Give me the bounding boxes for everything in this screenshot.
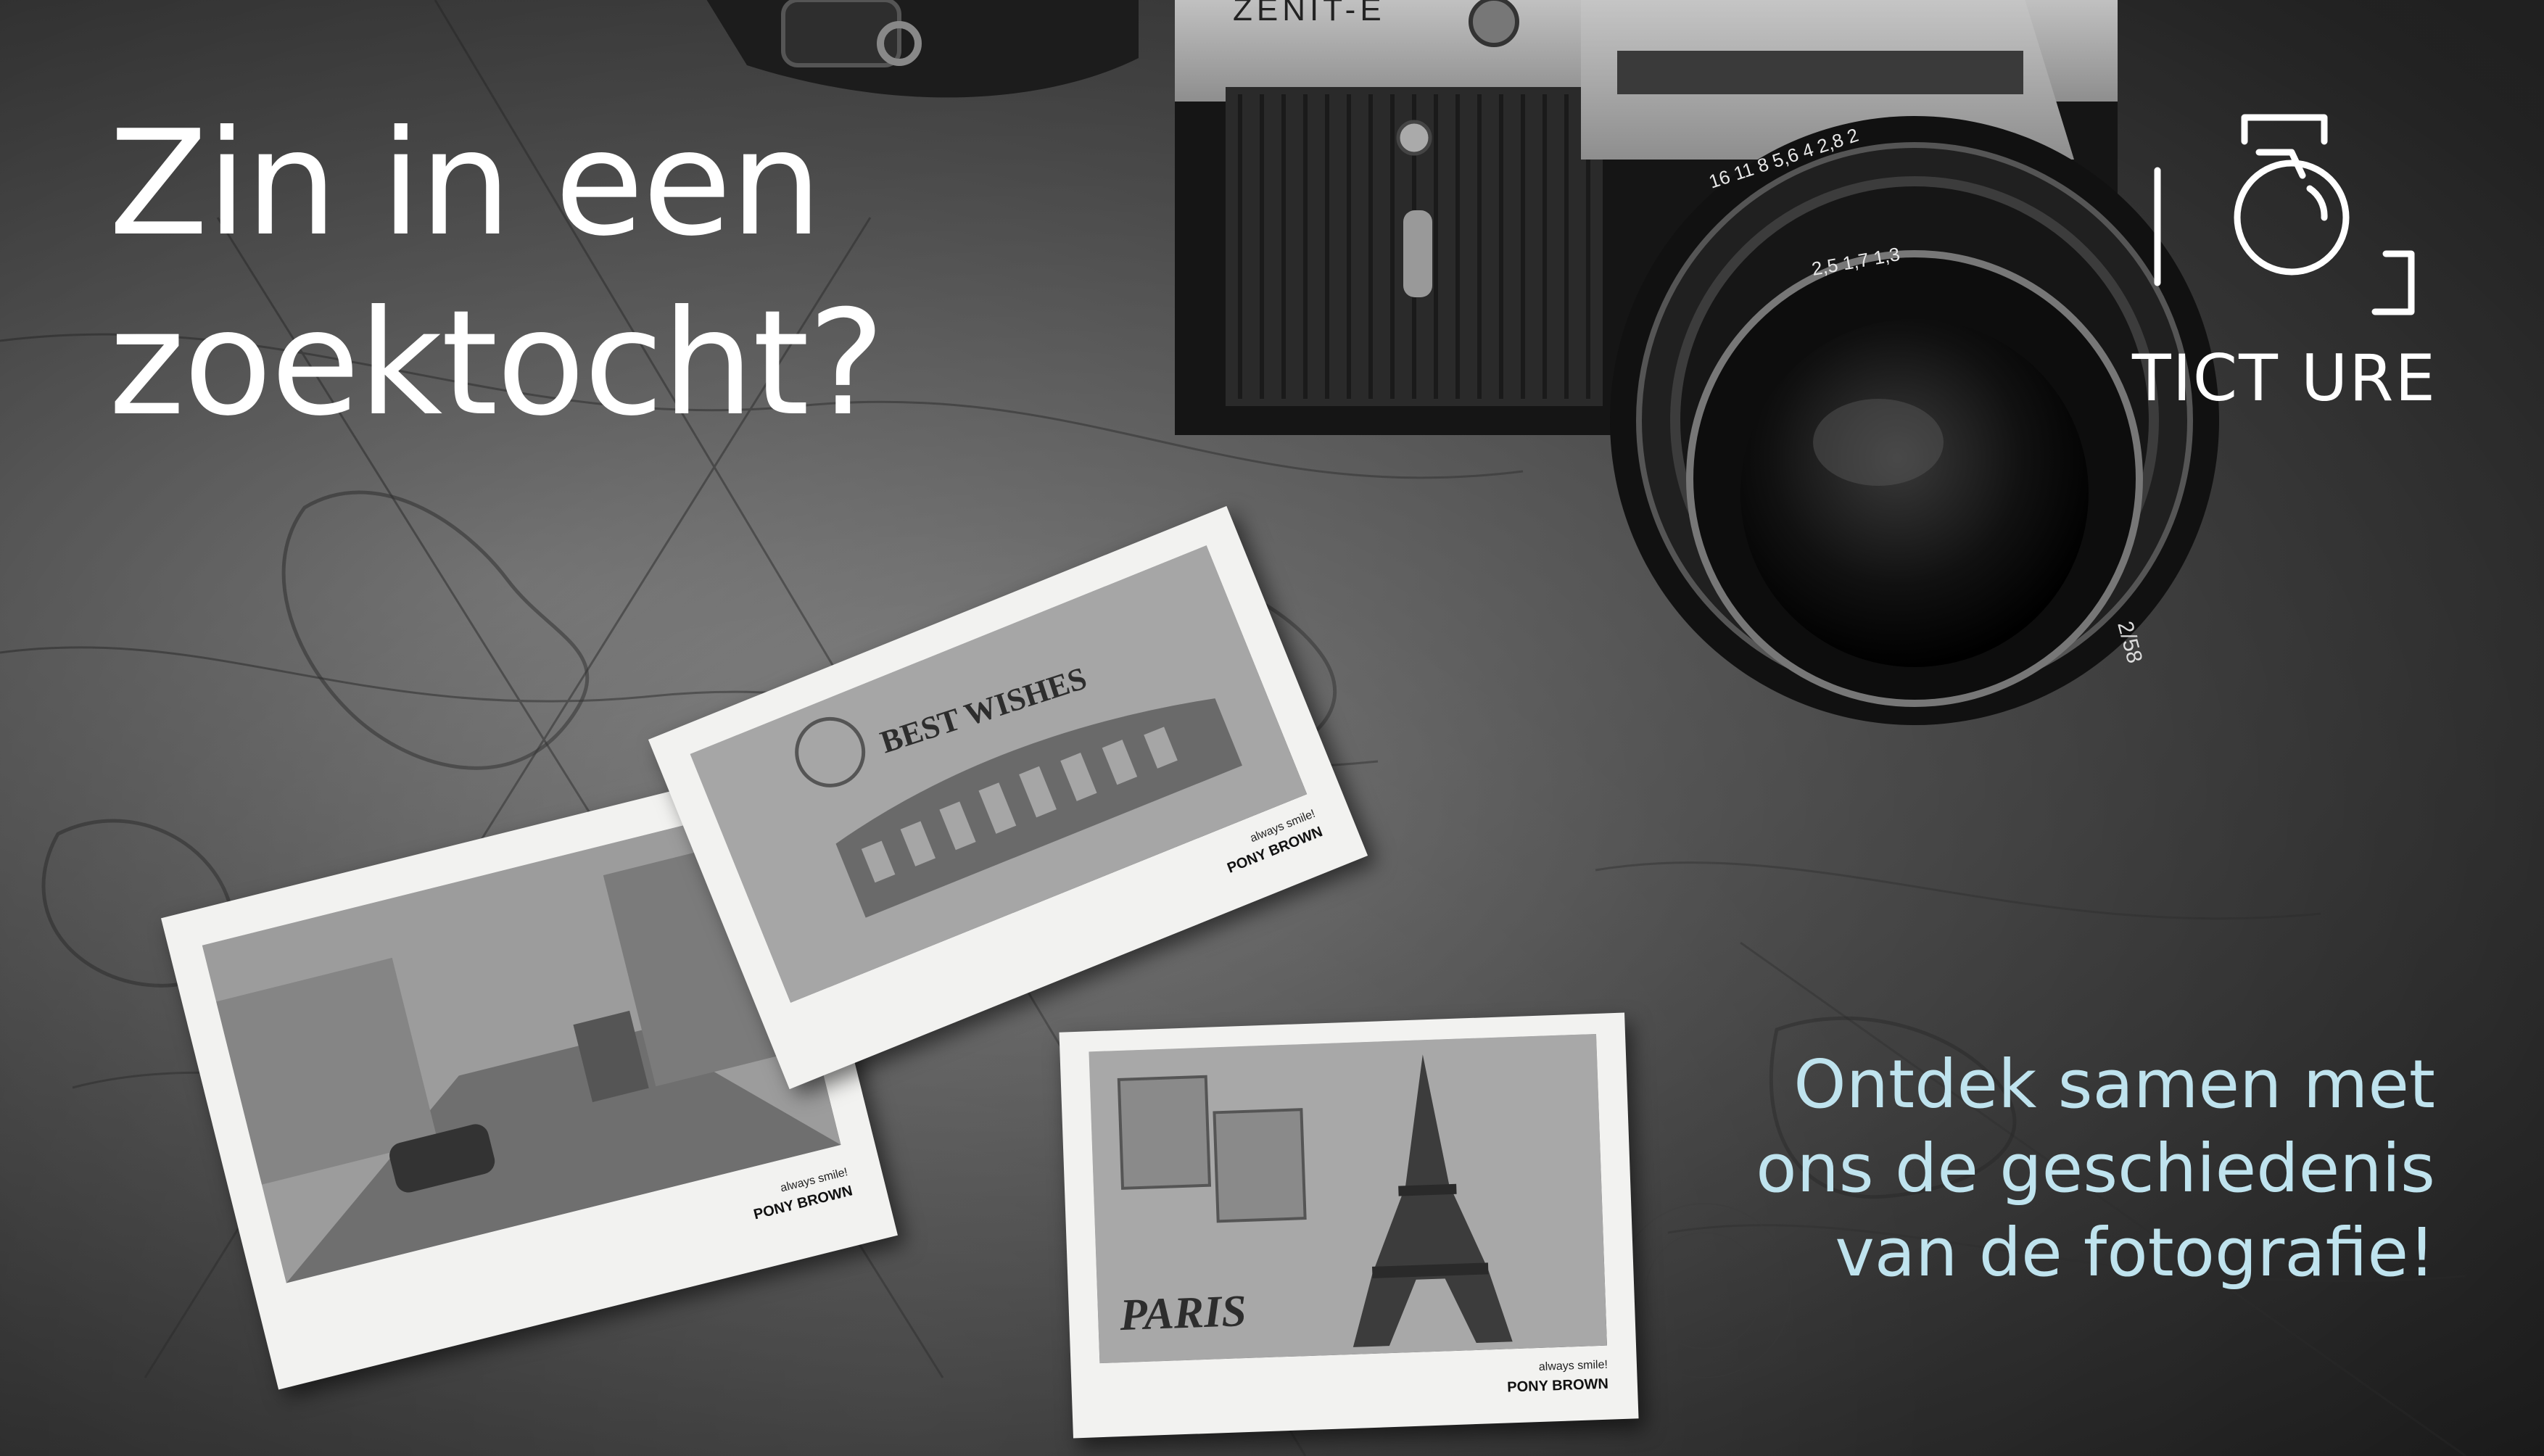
tagline: Ontdek samen met ons de geschiedenis van… — [1492, 1043, 2435, 1295]
tagline-line-3: van de fotografie! — [1835, 1214, 2435, 1291]
tagline-line-2: ons de geschiedenis — [1756, 1130, 2435, 1207]
lens-marking: 2/58 — [2113, 619, 2147, 666]
camera-brand-label: ZENIT-E — [1233, 0, 1386, 28]
polaroid-caption-small: always smile! — [1538, 1358, 1608, 1373]
headline-line-2: zoektocht? — [109, 279, 885, 448]
tagline-line-1: Ontdek samen met — [1793, 1046, 2435, 1123]
camera-outline-icon — [2154, 114, 2415, 315]
banner: ZENIT-E 16 11 8 5,6 4 2,8 2 2,5 1,7 1,3 … — [0, 0, 2544, 1456]
polaroid-photo-text: PARIS — [1118, 1286, 1247, 1341]
headline-line-1: Zin in een — [109, 99, 822, 268]
polaroid-caption-big: PONY BROWN — [1506, 1376, 1609, 1396]
tictures-logo: TICT URE — [2132, 102, 2437, 415]
headline: Zin in een zoektocht? — [109, 94, 1197, 454]
logo-wordmark: TICT URE — [2132, 341, 2437, 415]
